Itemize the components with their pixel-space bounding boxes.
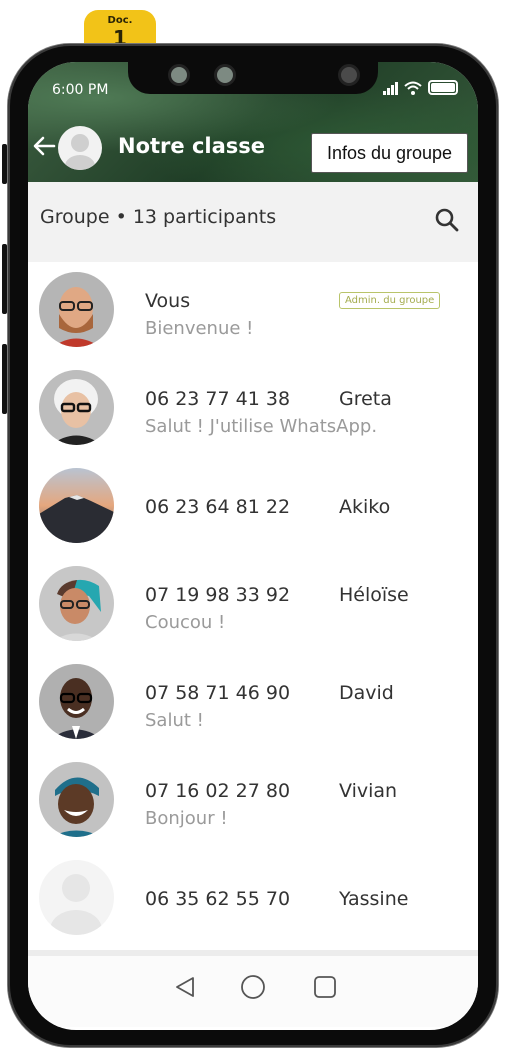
participant-status: Coucou !	[145, 612, 226, 633]
participant-name: Greta	[339, 388, 392, 410]
square-recents-icon[interactable]	[310, 972, 340, 1002]
search-icon[interactable]	[434, 207, 460, 233]
participant-row[interactable]: 06 23 64 81 22 Akiko	[28, 464, 475, 562]
signal-icon	[383, 81, 398, 95]
camera-icon	[214, 64, 236, 86]
participant-row[interactable]: Vous Admin. du groupe Bienvenue !	[28, 268, 475, 366]
phone-frame: 6:00 PM Notre classe Infos du groupe Gro…	[2, 44, 498, 1047]
default-avatar-icon	[65, 134, 95, 170]
participant-name: David	[339, 682, 394, 704]
camera-icon	[168, 64, 190, 86]
participant-phone: 06 23 64 81 22	[145, 496, 291, 518]
avatar	[39, 860, 114, 935]
battery-icon	[428, 80, 458, 95]
avatar	[39, 566, 114, 641]
participant-phone: 07 19 98 33 92	[145, 584, 291, 606]
avatar	[39, 468, 114, 543]
participant-status: Salut ! J'utilise WhatsApp.	[145, 416, 378, 437]
participant-row[interactable]: 07 58 71 46 90 David Salut !	[28, 660, 475, 758]
side-button-volume-up	[2, 244, 7, 314]
participant-name: Yassine	[339, 888, 409, 910]
android-nav-bar	[28, 956, 478, 1027]
avatar	[39, 370, 114, 445]
participant-phone: 07 16 02 27 80	[145, 780, 291, 802]
phone-screen: 6:00 PM Notre classe Infos du groupe Gro…	[28, 62, 478, 1030]
chat-title[interactable]: Notre classe	[118, 134, 265, 158]
participant-row[interactable]: 07 16 02 27 80 Vivian Bonjour !	[28, 758, 475, 856]
participant-status: Salut !	[145, 710, 204, 731]
circle-home-icon[interactable]	[238, 972, 268, 1002]
avatar	[39, 664, 114, 739]
notch	[128, 62, 378, 94]
avatar	[39, 272, 114, 347]
chat-header: 6:00 PM Notre classe Infos du groupe	[28, 62, 478, 182]
side-button-volume-down	[2, 344, 7, 414]
participant-name: Vivian	[339, 780, 398, 802]
participant-row[interactable]: 06 35 62 55 70 Yassine	[28, 856, 475, 954]
status-time: 6:00 PM	[52, 82, 109, 98]
participant-row[interactable]: 07 19 98 33 92 Héloïse Coucou !	[28, 562, 475, 660]
camera-icon	[338, 64, 360, 86]
status-icons	[383, 80, 458, 95]
arrow-left-icon[interactable]	[30, 132, 58, 160]
participant-name: Héloïse	[339, 584, 409, 606]
default-avatar-icon	[50, 874, 102, 935]
participant-phone: 06 23 77 41 38	[145, 388, 291, 410]
group-summary-bar: Groupe • 13 participants	[28, 182, 478, 262]
participant-name: Akiko	[339, 496, 391, 518]
participant-phone: 07 58 71 46 90	[145, 682, 291, 704]
participant-status: Bonjour !	[145, 808, 228, 829]
participant-status: Bienvenue !	[145, 318, 254, 339]
doc-tab-label: Doc.	[107, 15, 133, 26]
participant-count: Groupe • 13 participants	[40, 206, 277, 228]
participant-row[interactable]: 06 23 77 41 38 Greta Salut ! J'utilise W…	[28, 366, 475, 464]
admin-badge: Admin. du groupe	[339, 292, 441, 309]
participant-phone: 06 35 62 55 70	[145, 888, 291, 910]
wifi-icon	[404, 81, 422, 95]
triangle-back-icon[interactable]	[170, 972, 200, 1002]
avatar	[39, 762, 114, 837]
group-avatar[interactable]	[58, 126, 102, 170]
participant-name: Vous	[145, 290, 191, 312]
group-info-button[interactable]: Infos du groupe	[311, 133, 468, 173]
side-button-top	[2, 144, 7, 184]
